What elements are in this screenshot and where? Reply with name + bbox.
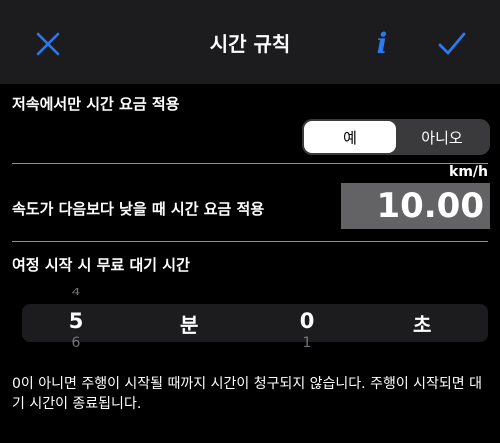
wait-time-picker: 4 5 6 분 0 1 초 [0,282,500,352]
nav-bar: 시간 규칙 i [0,0,500,84]
minutes-wheel[interactable]: 4 5 6 [56,282,96,352]
done-button[interactable] [432,24,472,64]
minutes-selected-value: 5 [68,309,84,333]
info-icon: i [376,27,388,60]
divider [12,163,488,164]
checkmark-icon [438,32,466,55]
minutes-option-above: 4 [71,286,81,298]
speed-threshold-label: 속도가 다음보다 낮을 때 시간 요금 적용 [12,200,265,218]
seconds-unit-label: 초 [413,313,432,337]
seconds-wheel[interactable]: 0 1 [287,282,327,352]
seconds-option-below: 1 [302,335,312,347]
seconds-selected-value: 0 [299,309,315,333]
segment-yes[interactable]: 예 [304,121,396,153]
segment-no[interactable]: 아니오 [396,121,488,153]
wait-time-footnote: 0이 아니면 주행이 시작될 때까지 시간이 청구되지 않습니다. 주행이 시작… [12,376,483,412]
yes-no-segmented-control: 예 아니오 [302,119,490,155]
speed-unit-label: km/h [449,164,488,180]
close-button[interactable] [28,24,68,64]
low-speed-only-label: 저속에서만 시간 요금 적용 [12,95,180,113]
page-title: 시간 규칙 [209,32,291,56]
close-icon [36,32,60,56]
minutes-option-below: 6 [71,335,81,347]
free-wait-time-label: 여정 시작 시 무료 대기 시간 [12,256,190,274]
minutes-unit-label: 분 [180,313,199,337]
info-button[interactable]: i [362,24,402,64]
divider [12,241,488,242]
speed-threshold-input[interactable] [341,183,490,229]
